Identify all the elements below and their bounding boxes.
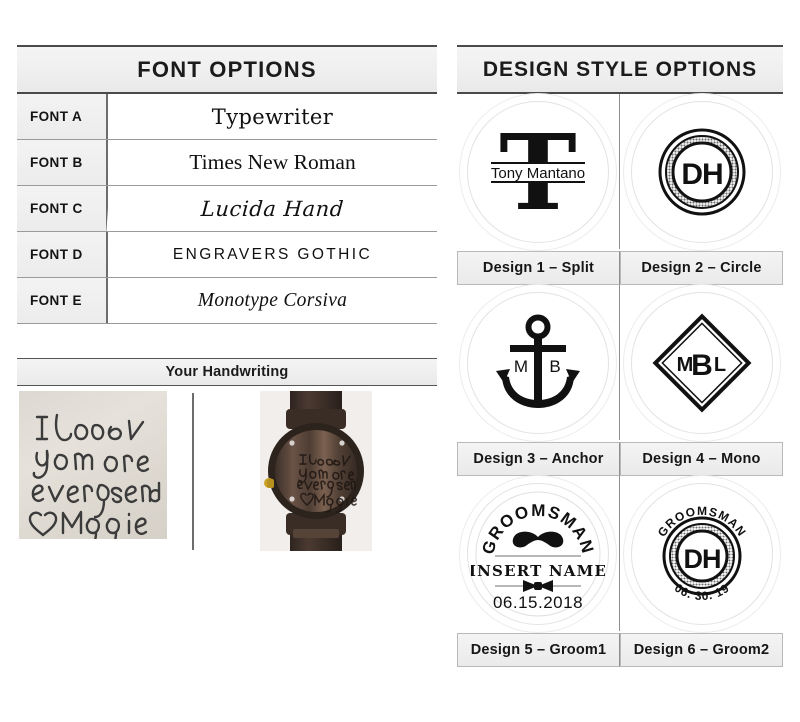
font-options-panel: FONT OPTIONS FONT A Typewriter FONT B Ti… <box>17 45 439 324</box>
design-row-1: T Tony Mantano <box>457 94 783 249</box>
design-2-label[interactable]: Design 2 – Circle <box>620 251 783 285</box>
font-code-c: FONT C <box>17 186 108 231</box>
design-4-initial-right: L <box>713 354 725 376</box>
watch-illustration <box>259 391 372 551</box>
design-4-label[interactable]: Design 4 – Mono <box>620 442 783 476</box>
font-sample-d: Engravers Gothic <box>108 232 437 277</box>
design-row-2: M B M B L <box>457 285 783 440</box>
design-5-label[interactable]: Design 5 – Groom1 <box>457 633 620 667</box>
font-options-title: FONT OPTIONS <box>17 45 437 94</box>
design-row-3: GROOMSMAN INSERT NAME 06.15.2018 GROOMSM… <box>457 476 783 631</box>
design-labels-1: Design 1 – Split Design 2 – Circle <box>457 251 783 285</box>
table-row: FONT B Times New Roman <box>17 140 437 186</box>
design-1-label[interactable]: Design 1 – Split <box>457 251 620 285</box>
design-style-panel: DESIGN STYLE OPTIONS T Tony Mantano <box>457 45 783 667</box>
design-1-name: Tony Mantano <box>491 165 585 182</box>
groomsman-badge-icon: GROOMSMAN INSERT NAME 06.15.2018 <box>471 491 605 616</box>
font-code-d: FONT D <box>17 232 108 277</box>
handwriting-body <box>17 386 437 556</box>
design-5-name-text: INSERT NAME <box>471 562 605 580</box>
table-row: FONT C Lucida Hand <box>17 186 439 232</box>
handwriting-panel: Your Handwriting <box>17 358 437 556</box>
design-3-label[interactable]: Design 3 – Anchor <box>457 442 620 476</box>
design-3-left-initial: M <box>514 357 528 376</box>
design-labels-3: Design 5 – Groom1 Design 6 – Groom2 <box>457 633 783 667</box>
flyer-root: FONT OPTIONS FONT A Typewriter FONT B Ti… <box>0 0 800 722</box>
design-5-date-text: 06.15.2018 <box>493 593 583 612</box>
design-6-art: GROOMSMAN DH 06. 30. 19 <box>620 476 783 631</box>
groomsman-circle-icon: GROOMSMAN DH 06. 30. 19 <box>654 503 747 602</box>
font-sample-a: Typewriter <box>108 94 437 139</box>
circle-monogram-icon: DH <box>658 128 745 215</box>
split-initial-icon: T Tony Mantano <box>491 113 585 231</box>
design-6-label[interactable]: Design 6 – Groom2 <box>620 633 783 667</box>
font-sample-e: Monotype Corsiva <box>108 278 437 323</box>
design-6-initials: DH <box>683 544 720 574</box>
design-1-art: T Tony Mantano <box>457 94 619 249</box>
font-code-e: FONT E <box>17 278 108 323</box>
design-cell-4[interactable]: M B L <box>620 285 783 440</box>
font-sample-b: Times New Roman <box>108 140 437 185</box>
table-row: FONT D Engravers Gothic <box>17 232 437 278</box>
design-cell-3[interactable]: M B <box>457 285 620 440</box>
font-code-b: FONT B <box>17 140 108 185</box>
design-5-art: GROOMSMAN INSERT NAME 06.15.2018 <box>457 476 619 631</box>
design-cell-6[interactable]: GROOMSMAN DH 06. 30. 19 <box>620 476 783 631</box>
font-sample-c: Lucida Hand <box>106 186 439 231</box>
font-code-a: FONT A <box>17 94 108 139</box>
design-cell-5[interactable]: GROOMSMAN INSERT NAME 06.15.2018 <box>457 476 620 631</box>
engraved-watch-photo <box>259 391 372 551</box>
design-cell-1[interactable]: T Tony Mantano <box>457 94 620 249</box>
anchor-monogram-icon: M B <box>496 314 580 408</box>
design-cell-2[interactable]: DH <box>620 94 783 249</box>
diamond-monogram-icon: M B L <box>652 313 751 412</box>
design-4-art: M B L <box>620 285 783 440</box>
design-4-initial-center: B <box>691 349 713 382</box>
table-row: FONT A Typewriter <box>17 94 437 140</box>
design-3-art: M B <box>457 285 619 440</box>
design-labels-2: Design 3 – Anchor Design 4 – Mono <box>457 442 783 476</box>
design-2-initials: DH <box>681 158 722 191</box>
handwriting-title: Your Handwriting <box>17 358 437 386</box>
design-2-art: DH <box>620 94 783 249</box>
handwriting-strokes <box>28 413 161 539</box>
design-3-right-initial: B <box>549 357 560 376</box>
handwriting-note-photo <box>19 391 167 539</box>
table-row: FONT E Monotype Corsiva <box>17 278 437 324</box>
handwriting-watch-cell <box>194 391 437 556</box>
handwriting-note-cell <box>17 391 192 556</box>
design-style-title: DESIGN STYLE OPTIONS <box>457 45 783 94</box>
